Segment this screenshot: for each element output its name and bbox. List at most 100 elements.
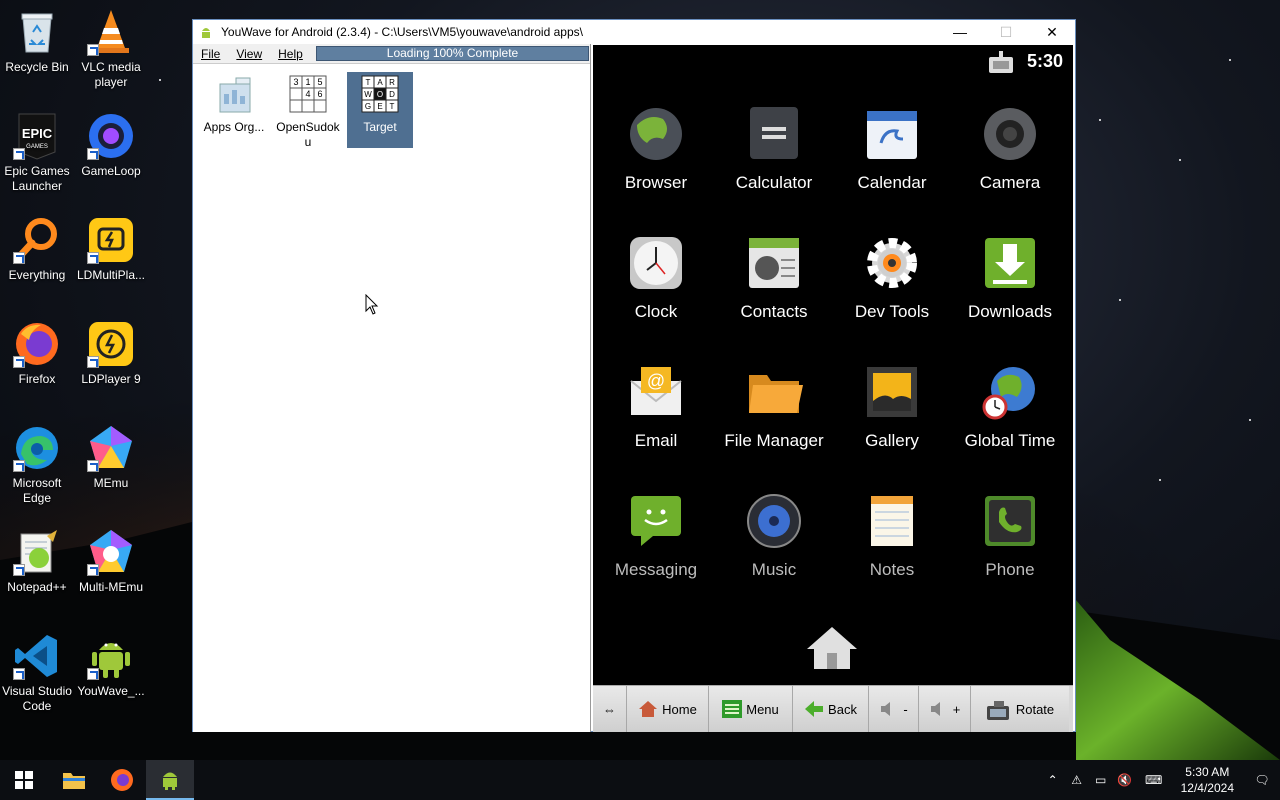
- email-envelope-icon: @: [627, 363, 685, 421]
- menu-help[interactable]: Help: [270, 47, 311, 61]
- android-app-contacts[interactable]: Contacts: [715, 234, 833, 322]
- desktop-icon-recycle-bin[interactable]: Recycle Bin: [0, 8, 77, 75]
- resize-button[interactable]: ⇔: [593, 686, 627, 732]
- globe-clock-icon: [981, 363, 1039, 421]
- maximize-button[interactable]: ☐: [983, 20, 1029, 44]
- menu-view[interactable]: View: [228, 47, 270, 61]
- menu-button-label: Menu: [746, 701, 779, 717]
- desktop-icon-label: MEmu: [93, 476, 129, 490]
- loading-progress-bar: Loading 100% Complete: [316, 46, 589, 61]
- resize-arrows-icon: ⇔: [603, 701, 616, 717]
- android-app-label: Downloads: [967, 302, 1053, 321]
- window-titlebar[interactable]: YouWave for Android (2.3.4) - C:\Users\V…: [193, 20, 1075, 44]
- desktop-icon-label: Microsoft Edge: [12, 476, 62, 505]
- desktop-icon-firefox[interactable]: Firefox: [0, 320, 77, 387]
- close-button[interactable]: ✕: [1029, 20, 1075, 44]
- android-home-icon[interactable]: [805, 625, 859, 671]
- minimize-button[interactable]: —: [937, 20, 983, 44]
- rotate-button[interactable]: Rotate: [971, 686, 1069, 732]
- clock-time: 5:30 AM: [1185, 765, 1230, 779]
- android-app-email[interactable]: @ Email: [597, 363, 715, 451]
- android-app-browser[interactable]: Browser: [597, 105, 715, 193]
- desktop-icon-ldplayer[interactable]: LDPlayer 9: [71, 320, 151, 387]
- start-button[interactable]: [0, 760, 48, 800]
- target-letter: R: [389, 78, 395, 87]
- android-app-label: Calendar: [857, 173, 927, 192]
- download-arrow-icon: [981, 234, 1039, 292]
- menu-button[interactable]: Menu: [709, 686, 793, 732]
- taskbar-file-explorer[interactable]: [50, 760, 98, 800]
- taskbar-firefox[interactable]: [98, 760, 146, 800]
- target-letter: O: [377, 90, 383, 99]
- epic-games-icon: EPIC GAMES: [13, 112, 61, 160]
- menu-file[interactable]: File: [193, 47, 228, 61]
- phone-handset-icon: [981, 492, 1039, 550]
- apps-organizer-icon: [214, 74, 254, 114]
- app-item-opensudoku[interactable]: 1 5 4 6 3 OpenSudoku: [275, 72, 341, 150]
- desktop-icon-vlc[interactable]: VLC media player: [71, 8, 151, 90]
- desktop-icon-youwave[interactable]: YouWave_...: [71, 632, 151, 699]
- volume-up-label: +: [952, 701, 961, 717]
- volume-down-button[interactable]: -: [869, 686, 919, 732]
- target-letter: G: [365, 102, 371, 111]
- android-app-downloads[interactable]: Downloads: [951, 234, 1069, 322]
- android-app-messaging[interactable]: Messaging: [597, 492, 715, 580]
- android-app-file-manager[interactable]: File Manager: [715, 363, 833, 451]
- android-app-calendar[interactable]: Calendar: [833, 105, 951, 193]
- android-app-label: Global Time: [964, 431, 1056, 450]
- android-app-notes[interactable]: Notes: [833, 492, 951, 580]
- desktop-icon-multi-memu[interactable]: Multi-MEmu: [71, 528, 151, 595]
- youwave-window: YouWave for Android (2.3.4) - C:\Users\V…: [192, 19, 1076, 732]
- monitor-icon[interactable]: ▭: [1089, 760, 1113, 800]
- desktop-icon-edge[interactable]: Microsoft Edge: [0, 424, 77, 506]
- android-app-global-time[interactable]: Global Time: [951, 363, 1069, 451]
- app-item-apps-organizer[interactable]: Apps Org...: [201, 72, 267, 135]
- keyboard-icon[interactable]: ⌨: [1137, 760, 1171, 800]
- android-app-calculator[interactable]: Calculator: [715, 105, 833, 193]
- desktop-icon-label: Firefox: [18, 372, 56, 386]
- android-app-label: Email: [634, 431, 678, 450]
- android-clock: 5:30: [1026, 51, 1063, 71]
- calendar-icon: [863, 105, 921, 163]
- chevron-up-icon[interactable]: ⌃: [1041, 760, 1065, 800]
- app-item-label: Target: [363, 120, 397, 134]
- svg-text:@: @: [647, 371, 665, 391]
- messaging-bubble-icon: [627, 492, 685, 550]
- target-letter: A: [377, 78, 383, 87]
- windows-logo-icon: [15, 771, 33, 789]
- desktop-icon-label: Notepad++: [7, 580, 67, 594]
- desktop-icon-label: Epic Games Launcher: [4, 164, 70, 193]
- android-app-music[interactable]: Music: [715, 492, 833, 580]
- volume-muted-icon[interactable]: 🔇: [1113, 760, 1137, 800]
- taskbar-youwave[interactable]: [146, 760, 194, 800]
- network-warning-icon[interactable]: ⚠: [1065, 760, 1089, 800]
- target-word-grid-icon: T A R W O D G E T: [360, 74, 400, 114]
- sudoku-digit: 5: [317, 77, 322, 87]
- home-button[interactable]: Home: [627, 686, 709, 732]
- android-app-clock[interactable]: Clock: [597, 234, 715, 322]
- target-letter: T: [366, 78, 371, 87]
- desktop-icon-gameloop[interactable]: GameLoop: [71, 112, 151, 179]
- back-button[interactable]: Back: [793, 686, 869, 732]
- android-app-dev-tools[interactable]: Dev Tools: [833, 234, 951, 322]
- volume-up-button[interactable]: +: [919, 686, 971, 732]
- gallery-picture-icon: [863, 363, 921, 421]
- desktop-icon-epic-games[interactable]: EPIC GAMES Epic Games Launcher: [0, 112, 77, 194]
- android-app-phone[interactable]: Phone: [951, 492, 1069, 580]
- desktop-icon-memu[interactable]: MEmu: [71, 424, 151, 491]
- android-app-gallery[interactable]: Gallery: [833, 363, 951, 451]
- app-item-target[interactable]: T A R W O D G E T Target: [347, 72, 413, 148]
- taskbar-clock[interactable]: 5:30 AM 12/4/2024: [1171, 764, 1244, 796]
- desktop-icon-notepadpp[interactable]: Notepad++: [0, 528, 77, 595]
- desktop-icon-vscode[interactable]: Visual Studio Code: [0, 632, 77, 714]
- notification-icon[interactable]: 🗨: [1244, 760, 1280, 800]
- everything-search-icon: [13, 216, 61, 264]
- window-title: YouWave for Android (2.3.4) - C:\Users\V…: [221, 25, 583, 39]
- system-tray: ⌃ ⚠ ▭ 🔇 ⌨ 5:30 AM 12/4/2024 🗨: [1041, 760, 1280, 800]
- desktop-icon-everything[interactable]: Everything: [0, 216, 77, 283]
- desktop-icon-ldmultiplayer[interactable]: LDMultiPla...: [71, 216, 151, 283]
- desktop-icon-label: LDPlayer 9: [81, 372, 141, 386]
- vscode-icon: [13, 632, 61, 680]
- android-app-camera[interactable]: Camera: [951, 105, 1069, 193]
- app-item-label: Apps Org...: [203, 120, 265, 134]
